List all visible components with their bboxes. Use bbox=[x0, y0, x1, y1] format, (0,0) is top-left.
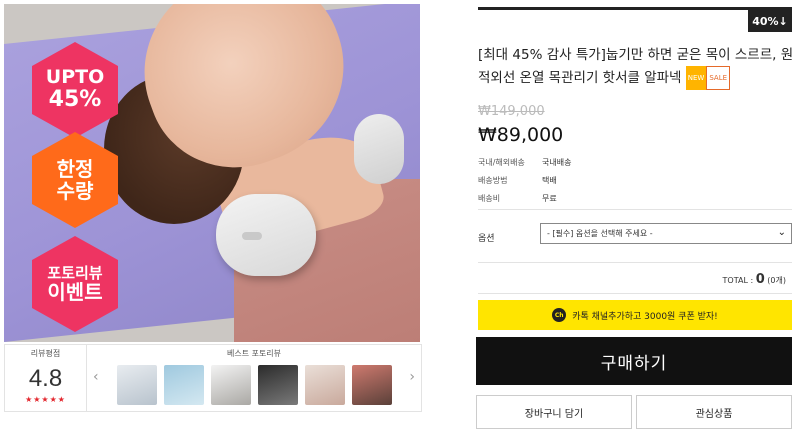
info-key: 배송비 bbox=[478, 193, 501, 203]
info-value: 택배 bbox=[542, 175, 557, 185]
info-row: 배송비 무료 bbox=[478, 189, 571, 207]
option-selected-value: - [필수] 옵션을 선택해 주세요 - bbox=[547, 229, 653, 238]
product-title-text: [최대 45% 감사 특가]눕기만 하면 굳은 목이 스르르, 원적외선 온열 … bbox=[478, 47, 794, 86]
review-thumbnail[interactable] bbox=[258, 365, 298, 405]
wishlist-button[interactable]: 관심상품 bbox=[636, 395, 792, 429]
add-to-cart-button[interactable]: 장바구니 담기 bbox=[476, 395, 632, 429]
star-rating-icon: ★★★★★ bbox=[25, 395, 66, 404]
review-thumbnail[interactable] bbox=[305, 365, 345, 405]
review-score-box: 리뷰평점 4.8 ★★★★★ bbox=[5, 345, 87, 411]
best-review-caption: 베스트 포토리뷰 bbox=[226, 349, 282, 358]
chevron-right-icon[interactable]: › bbox=[409, 369, 415, 385]
buy-now-button[interactable]: 구매하기 bbox=[476, 337, 792, 385]
info-key: 국내/해외배송 bbox=[478, 157, 525, 167]
kakao-channel-icon: Ch bbox=[552, 308, 567, 322]
original-price: ₩149,000 bbox=[478, 104, 545, 119]
badge-line2: 수량 bbox=[56, 179, 94, 203]
badge-line1: 포토리뷰 bbox=[47, 263, 103, 282]
info-row: 배송방법 택배 bbox=[478, 171, 571, 189]
review-score-caption: 리뷰평점 bbox=[30, 349, 61, 358]
kakao-channel-label: 카톡 채널추가하고 3000원 쿠폰 받자! bbox=[572, 311, 718, 322]
badge-line1: 한정 bbox=[56, 157, 94, 181]
divider bbox=[478, 293, 792, 294]
divider bbox=[478, 209, 792, 210]
info-key: 배송방법 bbox=[478, 175, 508, 185]
neck-massager-device bbox=[216, 194, 316, 276]
review-thumbnail[interactable] bbox=[352, 365, 392, 405]
product-title: [최대 45% 감사 특가]눕기만 하면 굳은 목이 스르르, 원적외선 온열 … bbox=[478, 44, 796, 90]
option-label: 옵션 bbox=[478, 234, 495, 244]
total-unit: (0개) bbox=[764, 276, 786, 285]
new-tag: NEW bbox=[685, 66, 707, 90]
delivery-info: 국내/해외배송 국내배송 배송방법 택배 배송비 무료 bbox=[478, 153, 571, 207]
section-divider bbox=[478, 7, 792, 10]
review-thumbnail[interactable] bbox=[211, 365, 251, 405]
badge-line2: 이벤트 bbox=[47, 280, 103, 305]
neck-pillow bbox=[354, 114, 404, 184]
best-photo-review: 베스트 포토리뷰 ‹ › bbox=[87, 345, 421, 411]
option-select[interactable]: - [필수] 옵션을 선택해 주세요 - ⌄ bbox=[540, 223, 792, 244]
chevron-down-icon: ⌄ bbox=[777, 227, 786, 238]
info-value: 국내배송 bbox=[542, 157, 572, 167]
kakao-channel-button[interactable]: Ch 카톡 채널추가하고 3000원 쿠폰 받자! bbox=[478, 300, 792, 330]
total-summary: TOTAL : 0 (0개) bbox=[723, 272, 786, 287]
info-value: 무료 bbox=[542, 193, 557, 203]
total-label: TOTAL : bbox=[722, 276, 756, 285]
sale-tag: SALE bbox=[706, 66, 731, 90]
review-score: 4.8 bbox=[28, 365, 63, 392]
review-thumbnail[interactable] bbox=[164, 365, 204, 405]
review-thumbnail[interactable] bbox=[117, 365, 157, 405]
review-thumbnails bbox=[117, 365, 392, 405]
sale-price: ₩89,000 bbox=[478, 124, 564, 146]
badge-line1: UPTO bbox=[45, 66, 105, 89]
chevron-left-icon[interactable]: ‹ bbox=[93, 369, 99, 385]
divider bbox=[478, 262, 792, 263]
badge-line2: 45% bbox=[48, 87, 102, 113]
review-strip: 리뷰평점 4.8 ★★★★★ 베스트 포토리뷰 ‹ › bbox=[4, 344, 422, 412]
product-main-image: UPTO 45% 한정 수량 포토리뷰 이벤트 bbox=[4, 4, 420, 342]
info-row: 국내/해외배송 국내배송 bbox=[478, 153, 571, 171]
discount-badge: 40%↓ bbox=[748, 10, 792, 32]
total-count: 0 bbox=[755, 272, 765, 287]
